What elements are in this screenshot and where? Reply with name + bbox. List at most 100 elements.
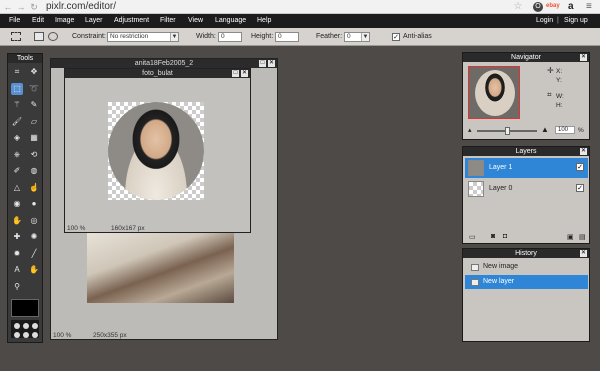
gradient-icon[interactable]: ▦ [28, 132, 40, 144]
bloat-icon[interactable]: ✺ [28, 231, 40, 243]
smudge-icon[interactable]: ☝ [28, 182, 40, 194]
zoom-in-icon[interactable]: ▲ [541, 125, 549, 134]
wand-icon[interactable]: ⚚ [11, 99, 23, 111]
foreground-color-swatch[interactable] [11, 299, 39, 317]
layer-settings-icon[interactable]: ▭ [469, 233, 476, 241]
doc-main-size: 250x355 px [93, 332, 127, 339]
layer-0-name: Layer 0 [489, 185, 513, 192]
height-label: Height: [251, 33, 274, 40]
close-icon[interactable]: ✕ [241, 70, 248, 77]
layer-1-visibility-checkbox[interactable]: ✓ [576, 163, 584, 171]
layers-title: Layers [463, 147, 589, 156]
new-layer-icon[interactable]: ▣ [567, 233, 574, 241]
layer-styles-icon[interactable]: ◘ [503, 233, 507, 240]
ebay-icon[interactable]: ebay [546, 3, 560, 9]
doc-second-zoom-unit: % [79, 225, 86, 232]
main-photo-canvas[interactable] [87, 232, 234, 303]
stamp-icon[interactable]: ⎈ [11, 149, 23, 161]
menu-image[interactable]: Image [55, 14, 74, 28]
navigator-thumbnail[interactable] [468, 66, 520, 119]
back-arrow-icon[interactable]: ← [3, 2, 13, 12]
pinch-icon[interactable]: ✹ [11, 248, 23, 260]
menu-icon[interactable]: ≡ [586, 1, 592, 12]
login-link[interactable]: Login [536, 14, 553, 28]
color-replace-icon[interactable]: ⟲ [28, 149, 40, 161]
antialias-checkbox[interactable]: ✓ [392, 33, 400, 41]
eyedropper-icon[interactable]: ╱ [28, 248, 40, 260]
close-icon[interactable]: ✕ [580, 250, 587, 257]
ellipse-shape-icon[interactable] [48, 32, 58, 41]
history-icon [471, 264, 479, 271]
rect-shape-icon[interactable] [34, 32, 44, 41]
menu-file[interactable]: File [9, 14, 20, 28]
dodge-icon[interactable]: ● [28, 198, 40, 210]
pencil-icon[interactable]: ✎ [28, 99, 40, 111]
w-label: W: [556, 93, 564, 100]
opera-icon[interactable]: O [533, 2, 543, 12]
blur-icon[interactable]: ◍ [28, 165, 40, 177]
burn-icon[interactable]: ✋ [11, 215, 23, 227]
options-bar: Constraint: No restriction ▼ Width: 0 He… [0, 28, 600, 46]
rect-select-icon[interactable] [11, 32, 21, 41]
type-icon[interactable]: A [11, 264, 23, 276]
menu-layer[interactable]: Layer [85, 14, 103, 28]
menu-edit[interactable]: Edit [32, 14, 44, 28]
sponge-icon[interactable]: ◉ [11, 198, 23, 210]
menu-language[interactable]: Language [215, 14, 246, 28]
spotheal-icon[interactable]: ✚ [11, 231, 23, 243]
menu-separator: | [557, 17, 559, 24]
zoom-slider-thumb[interactable] [504, 127, 510, 135]
antialias-label: Anti-alias [403, 33, 432, 40]
layer-mask-icon[interactable]: ◙ [491, 233, 495, 240]
doc-window-second[interactable]: foto_bulat □ ✕ 100 % 160x167 px [64, 68, 251, 233]
lasso-icon[interactable]: ➰ [28, 83, 40, 95]
menu-view[interactable]: View [188, 14, 203, 28]
layer-row-1[interactable]: Layer 1 ✓ [465, 158, 588, 178]
menu-filter[interactable]: Filter [160, 14, 176, 28]
reload-icon[interactable]: ↻ [29, 2, 39, 12]
address-bar[interactable]: pixlr.com/editor/ [46, 1, 116, 13]
close-icon[interactable]: ✕ [268, 60, 275, 67]
zoom-icon[interactable]: ⚲ [11, 281, 23, 293]
menu-help[interactable]: Help [257, 14, 271, 28]
maximize-icon[interactable]: □ [259, 60, 266, 67]
amazon-icon[interactable]: a [568, 1, 574, 12]
marquee-icon[interactable]: ⬚ [11, 82, 23, 95]
star-icon[interactable]: ☆ [513, 2, 523, 12]
trash-icon[interactable]: ▤ [579, 233, 586, 241]
hand-icon[interactable]: ✋ [28, 264, 40, 276]
maximize-icon[interactable]: □ [232, 70, 239, 77]
eraser-icon[interactable]: ▱ [28, 116, 40, 128]
menu-adjustment[interactable]: Adjustment [114, 14, 149, 28]
navigator-zoom-unit: % [578, 127, 584, 134]
brush-icon[interactable]: 🖌 [11, 116, 23, 128]
sharpen-icon[interactable]: △ [11, 182, 23, 194]
close-icon[interactable]: ✕ [580, 148, 587, 155]
signup-link[interactable]: Sign up [564, 14, 588, 28]
close-icon[interactable]: ✕ [580, 54, 587, 61]
bucket-icon[interactable]: ◈ [11, 132, 23, 144]
layer-0-visibility-checkbox[interactable]: ✓ [576, 184, 584, 192]
drawing-icon[interactable]: ✐ [11, 165, 23, 177]
width-input[interactable]: 0 [218, 32, 242, 42]
navigator-zoom-input[interactable]: 100 [555, 126, 575, 134]
doc-second-zoom[interactable]: 100 % [67, 224, 85, 233]
feather-select[interactable]: 0 ▼ [344, 32, 370, 42]
color-dots-grid[interactable] [11, 320, 39, 338]
move-icon[interactable]: ✥ [28, 66, 40, 78]
constraint-select[interactable]: No restriction ▼ [107, 32, 179, 42]
zoom-slider-track[interactable] [477, 127, 537, 135]
foto-bulat-canvas[interactable] [108, 102, 204, 200]
zoom-out-icon[interactable]: ▴ [468, 126, 472, 134]
crop-icon[interactable]: ⌗ [11, 66, 23, 78]
chevron-down-icon: ▼ [170, 33, 178, 41]
redeye-icon[interactable]: ◎ [28, 215, 40, 227]
forward-arrow-icon[interactable]: → [16, 2, 26, 12]
width-label: Width: [196, 33, 216, 40]
history-item-new-image[interactable]: New image [465, 260, 588, 274]
doc-main-zoom-value: 100 [53, 332, 64, 339]
history-item-new-layer[interactable]: New layer [465, 275, 588, 289]
layer-row-0[interactable]: Layer 0 ✓ [465, 179, 588, 199]
doc-main-zoom[interactable]: 100 % [53, 331, 79, 340]
height-input[interactable]: 0 [275, 32, 299, 42]
